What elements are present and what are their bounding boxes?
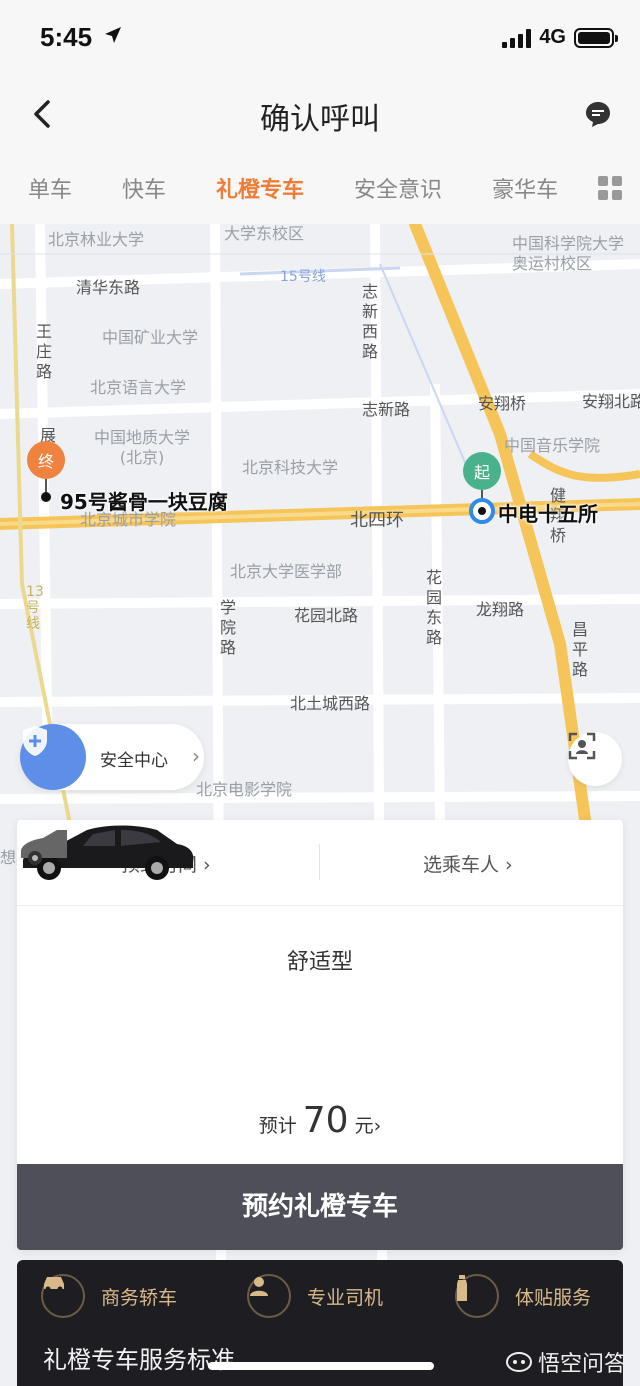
end-marker[interactable]: 终 xyxy=(27,441,65,479)
page-title: 确认呼叫 xyxy=(260,102,380,137)
divider xyxy=(319,844,320,880)
map-label: 王庄路 xyxy=(36,322,53,381)
map-label: 花园北路 xyxy=(294,606,359,625)
service-item[interactable]: 商务轿车 xyxy=(41,1274,177,1318)
car-icon xyxy=(41,1274,85,1318)
map-label: 大学东校区 xyxy=(224,224,305,243)
booking-card: 预约时间 › 选乘车人 › 舒适型 预计70元› 预约礼橙专车 xyxy=(17,820,623,1250)
map-view[interactable]: 北京林业大学 大学东校区 中国科学院大学奥运村校区 清华东路 15号线 志新西路… xyxy=(0,224,640,1386)
nav-header: 确认呼叫 xyxy=(0,78,640,152)
map-label: 学院路 xyxy=(220,598,237,657)
map-label: 北京电影学院 xyxy=(196,780,293,799)
map-label: 花园东路 xyxy=(426,568,443,647)
battery-icon xyxy=(574,27,618,48)
service-standard-title: 礼橙专车服务标准 xyxy=(43,1346,235,1374)
map-label: 北四环 xyxy=(350,510,404,531)
chevron-right-icon: › xyxy=(192,744,200,768)
tab-luxury[interactable]: 豪华车 xyxy=(492,172,558,204)
watermark-text: 悟空问答 xyxy=(537,1352,626,1377)
service-item[interactable]: 专业司机 xyxy=(247,1274,383,1318)
water-bottle-icon xyxy=(455,1274,499,1318)
map-label: 北京林业大学 xyxy=(48,230,145,249)
service-label: 商务轿车 xyxy=(101,1286,178,1309)
driver-icon xyxy=(247,1274,291,1318)
grid-menu-icon[interactable] xyxy=(598,176,622,200)
map-label: 中国音乐学院 xyxy=(504,436,601,455)
map-label: 志新路 xyxy=(362,400,411,419)
map-label: 北土城西路 xyxy=(290,694,371,713)
shield-icon xyxy=(20,724,86,790)
end-place-label[interactable]: 95号酱骨一块豆腐 xyxy=(60,486,228,515)
end-marker-stem xyxy=(45,479,47,493)
status-time: 5:45 xyxy=(40,22,93,52)
watermark: 悟空问答 xyxy=(505,1346,626,1378)
book-premier-button[interactable]: 预约礼橙专车 xyxy=(17,1164,623,1250)
safety-center-label: 安全中心 xyxy=(100,751,168,771)
map-label: 安翔北路 xyxy=(582,392,640,411)
map-label: 北京科技大学 xyxy=(242,458,339,477)
location-arrow-icon xyxy=(105,27,121,43)
locate-icon xyxy=(568,732,596,760)
price-value: 70 xyxy=(302,1100,349,1141)
home-indicator[interactable] xyxy=(208,1362,434,1370)
status-right: 4G xyxy=(502,26,618,49)
map-label: 中国矿业大学 xyxy=(102,328,199,347)
tab-bike[interactable]: 单车 xyxy=(28,172,72,204)
map-label: 北京语言大学 xyxy=(90,378,187,397)
map-label: 想 xyxy=(0,848,17,867)
map-label: 龙翔路 xyxy=(476,600,525,619)
start-marker[interactable]: 起 xyxy=(463,452,501,490)
select-rider-label: 选乘车人 xyxy=(423,854,500,876)
select-rider-option[interactable]: 选乘车人 › xyxy=(423,850,513,877)
end-dot xyxy=(41,492,51,502)
chevron-right-icon: › xyxy=(373,1115,382,1137)
map-label: 安翔桥 xyxy=(478,394,527,413)
map-label: 中国科学院大学奥运村校区 xyxy=(512,234,625,273)
end-place-text: 95号酱骨一块豆腐 xyxy=(60,490,228,514)
network-type: 4G xyxy=(539,26,566,48)
service-label: 专业司机 xyxy=(307,1286,384,1309)
wukong-logo-icon xyxy=(505,1352,532,1372)
service-label: 体贴服务 xyxy=(515,1286,592,1309)
signal-icon xyxy=(502,28,532,48)
safety-center-button[interactable]: 安全中心 › xyxy=(20,724,204,790)
current-location-dot xyxy=(469,498,495,524)
tab-express[interactable]: 快车 xyxy=(122,172,166,204)
map-label: 昌平路 xyxy=(572,620,589,679)
service-item[interactable]: 体贴服务 xyxy=(455,1274,591,1318)
map-label: 清华东路 xyxy=(76,278,141,297)
second-car-icon[interactable] xyxy=(17,820,67,870)
map-label: 志新西路 xyxy=(362,282,379,361)
map-label: 13号线 xyxy=(26,584,44,632)
start-place-text: 中电十五所 xyxy=(498,502,598,526)
price-unit: 元 xyxy=(354,1115,374,1137)
status-bar: 5:45 4G xyxy=(0,0,640,78)
start-place-label[interactable]: 中电十五所 xyxy=(498,498,598,527)
service-tabs: 单车 快车 礼橙专车 安全意识 豪华车 xyxy=(0,152,640,224)
price-estimate[interactable]: 预计 70 元› xyxy=(17,1100,623,1141)
relocate-button[interactable] xyxy=(568,732,622,786)
message-icon[interactable] xyxy=(584,100,612,128)
tab-safety[interactable]: 安全意识 xyxy=(354,172,442,204)
car-type-label: 舒适型 xyxy=(286,950,353,975)
tab-premier[interactable]: 礼橙专车 xyxy=(216,172,304,204)
map-label: 15号线 xyxy=(280,269,326,285)
price-prefix: 预计 xyxy=(258,1115,297,1137)
map-label: 北京大学医学部 xyxy=(230,562,343,581)
map-label: 中国地质大学(北京) xyxy=(93,428,190,467)
